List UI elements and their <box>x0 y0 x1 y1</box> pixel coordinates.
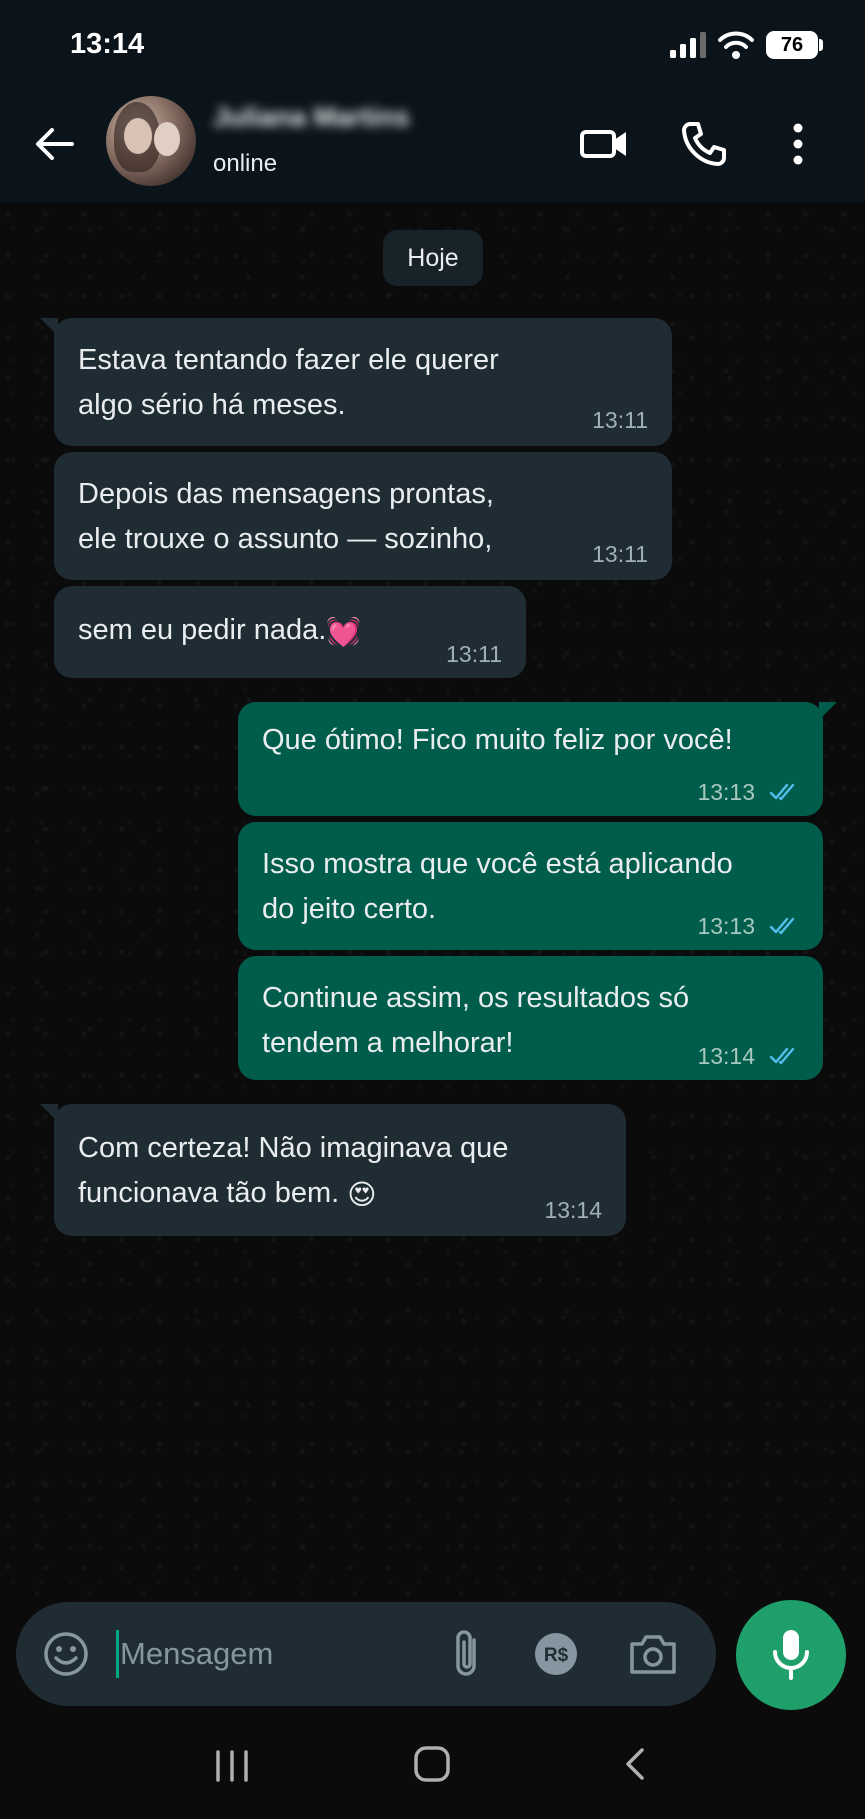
recent-apps-icon[interactable] <box>210 1746 254 1786</box>
home-icon[interactable] <box>412 1744 452 1784</box>
battery-level: 76 <box>780 34 804 56</box>
message-bubble-incoming[interactable]: Depois das mensagens prontas, ele trouxe… <box>54 452 672 580</box>
microphone-icon <box>773 1630 809 1680</box>
whatsapp-chat-screen: 13:14 76 Juliana Martins online Hoje Est… <box>0 0 865 1819</box>
message-text: Com certeza! Não imaginava que funcionav… <box>78 1126 508 1217</box>
message-time: 13:13 <box>697 913 755 939</box>
message-time: 13:13 <box>697 779 755 805</box>
date-chip: Hoje <box>383 230 483 286</box>
read-ticks-icon <box>769 783 795 801</box>
chat-header: Juliana Martins online <box>0 90 865 202</box>
camera-icon[interactable] <box>628 1630 678 1678</box>
battery-icon: 76 <box>766 31 824 59</box>
signal-icon <box>670 32 706 58</box>
back-icon[interactable] <box>618 1744 652 1784</box>
message-text: Isso mostra que você está aplicando do j… <box>262 848 733 925</box>
contact-name[interactable]: Juliana Martins <box>213 102 410 133</box>
text-cursor <box>116 1630 119 1678</box>
message-composer: R$ <box>16 1602 716 1706</box>
message-time: 13:14 <box>544 1197 602 1223</box>
message-bubble-incoming[interactable]: Estava tentando fazer ele querer algo sé… <box>40 318 672 446</box>
message-text: sem eu pedir nada.💓 <box>78 608 361 654</box>
system-navigation-bar <box>0 1722 865 1819</box>
message-bubble-incoming[interactable]: Com certeza! Não imaginava que funcionav… <box>40 1104 626 1236</box>
back-arrow-icon[interactable] <box>28 116 84 172</box>
message-time: 13:14 <box>697 1043 755 1069</box>
read-ticks-icon <box>769 917 795 935</box>
payment-icon[interactable]: R$ <box>534 1632 578 1676</box>
message-text: Depois das mensagens prontas, ele trouxe… <box>78 478 494 555</box>
svg-text:R$: R$ <box>544 1645 569 1666</box>
message-input[interactable] <box>120 1628 420 1680</box>
message-text: Continue assim, os resultados só tendem … <box>262 982 690 1059</box>
read-ticks-icon <box>769 1047 795 1065</box>
chat-area[interactable]: Hoje Estava tentando fazer ele querer al… <box>0 202 865 1598</box>
status-bar: 13:14 76 <box>0 0 865 90</box>
emoji-heart-eyes: 😍 <box>347 1177 377 1211</box>
emoji-icon[interactable] <box>42 1630 90 1678</box>
video-call-icon[interactable] <box>578 116 634 172</box>
phone-icon[interactable] <box>676 116 732 172</box>
message-time: 13:11 <box>592 541 648 567</box>
paperclip-icon[interactable] <box>444 1626 488 1682</box>
message-time: 13:11 <box>592 407 648 433</box>
emoji-heart: 💓 <box>326 614 362 648</box>
contact-avatar[interactable] <box>106 96 196 186</box>
message-bubble-outgoing[interactable]: Isso mostra que você está aplicando do j… <box>238 822 823 950</box>
message-bubble-outgoing[interactable]: Que ótimo! Fico muito feliz por você! 13… <box>238 702 837 816</box>
message-text: Que ótimo! Fico muito feliz por você! <box>262 724 733 756</box>
contact-status: online <box>213 150 278 177</box>
more-vertical-icon[interactable] <box>778 116 818 172</box>
message-text: Estava tentando fazer ele querer algo sé… <box>78 344 499 421</box>
microphone-button[interactable] <box>736 1600 846 1710</box>
message-bubble-incoming[interactable]: sem eu pedir nada.💓 13:11 <box>54 586 526 678</box>
message-bubble-outgoing[interactable]: Continue assim, os resultados só tendem … <box>238 956 823 1080</box>
message-time: 13:11 <box>446 641 502 667</box>
wifi-icon <box>718 31 754 59</box>
status-time: 13:14 <box>70 28 145 60</box>
